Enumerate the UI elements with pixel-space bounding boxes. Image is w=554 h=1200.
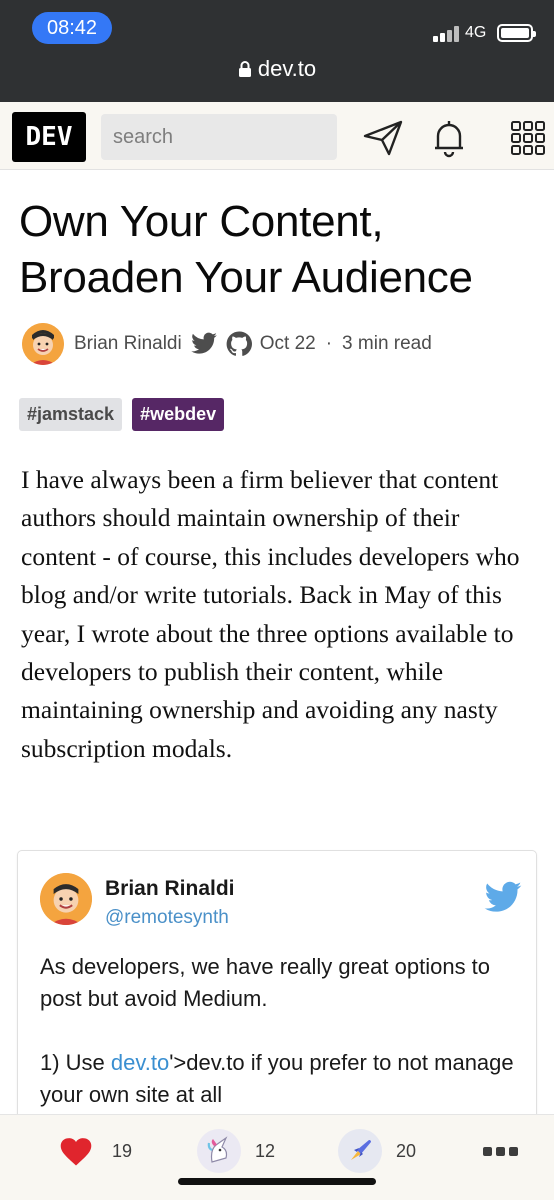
unicorn-count: 12 (255, 1140, 276, 1161)
send-icon[interactable] (361, 116, 405, 160)
tag-webdev[interactable]: #webdev (132, 398, 225, 431)
unicorn-reaction[interactable]: 12 (197, 1129, 275, 1173)
twitter-icon[interactable] (190, 332, 218, 356)
tag-jamstack[interactable]: #jamstack (19, 398, 123, 431)
reaction-bar: 19 12 20 (0, 1114, 554, 1200)
tweet-line-2: 1) Use dev.to'>dev.to if you prefer to n… (40, 1050, 514, 1107)
publish-date: Oct 22 (259, 333, 316, 354)
dev-logo[interactable]: DEV (12, 112, 86, 162)
tweet-author-handle[interactable]: @remotesynth (105, 907, 229, 929)
article-meta: Brian Rinaldi Oct 22 · 3 min read (22, 322, 432, 366)
embedded-tweet[interactable]: Brian Rinaldi @remotesynth As developers… (17, 850, 537, 1140)
home-indicator (178, 1178, 376, 1185)
tweet-link[interactable]: dev.to (111, 1050, 169, 1075)
author-avatar[interactable] (22, 323, 64, 365)
meta-separator: · (325, 333, 333, 354)
signal-icon (433, 26, 461, 42)
heart-reaction[interactable]: 19 (54, 1129, 132, 1173)
search-input[interactable] (101, 114, 337, 160)
tweet-line-1: As developers, we have really great opti… (40, 954, 491, 1011)
rocket-bookmark-icon (338, 1129, 382, 1173)
unicorn-icon (197, 1129, 241, 1173)
address-bar[interactable]: dev.to (0, 56, 554, 82)
battery-icon (497, 24, 536, 42)
twitter-bird-icon[interactable] (483, 881, 523, 915)
bookmark-reaction[interactable]: 20 (338, 1129, 416, 1173)
url-text: dev.to (257, 56, 317, 81)
github-icon[interactable] (226, 331, 252, 357)
tweet-author-name[interactable]: Brian Rinaldi (105, 877, 235, 901)
more-options-icon[interactable] (483, 1147, 518, 1156)
read-time: 3 min read (342, 333, 432, 354)
site-header: DEV (0, 102, 554, 170)
bookmark-count: 20 (396, 1140, 417, 1161)
article-body: I have always been a firm believer that … (21, 465, 520, 763)
heart-count: 19 (112, 1140, 133, 1161)
article-title: Own Your Content, Broaden Your Audience (19, 197, 473, 302)
browser-chrome: 08:42 4G dev.to (0, 0, 554, 102)
bell-icon[interactable] (427, 116, 471, 160)
status-time: 08:42 (32, 12, 112, 44)
network-label: 4G (465, 24, 487, 41)
heart-icon (54, 1129, 98, 1173)
tweet-avatar[interactable] (40, 873, 92, 925)
lock-icon (238, 61, 251, 77)
menu-grid-icon[interactable] (506, 116, 550, 160)
tweet-text: As developers, we have really great opti… (40, 951, 520, 1111)
tag-list: #jamstack #webdev (19, 398, 225, 431)
author-name[interactable]: Brian Rinaldi (74, 333, 182, 355)
